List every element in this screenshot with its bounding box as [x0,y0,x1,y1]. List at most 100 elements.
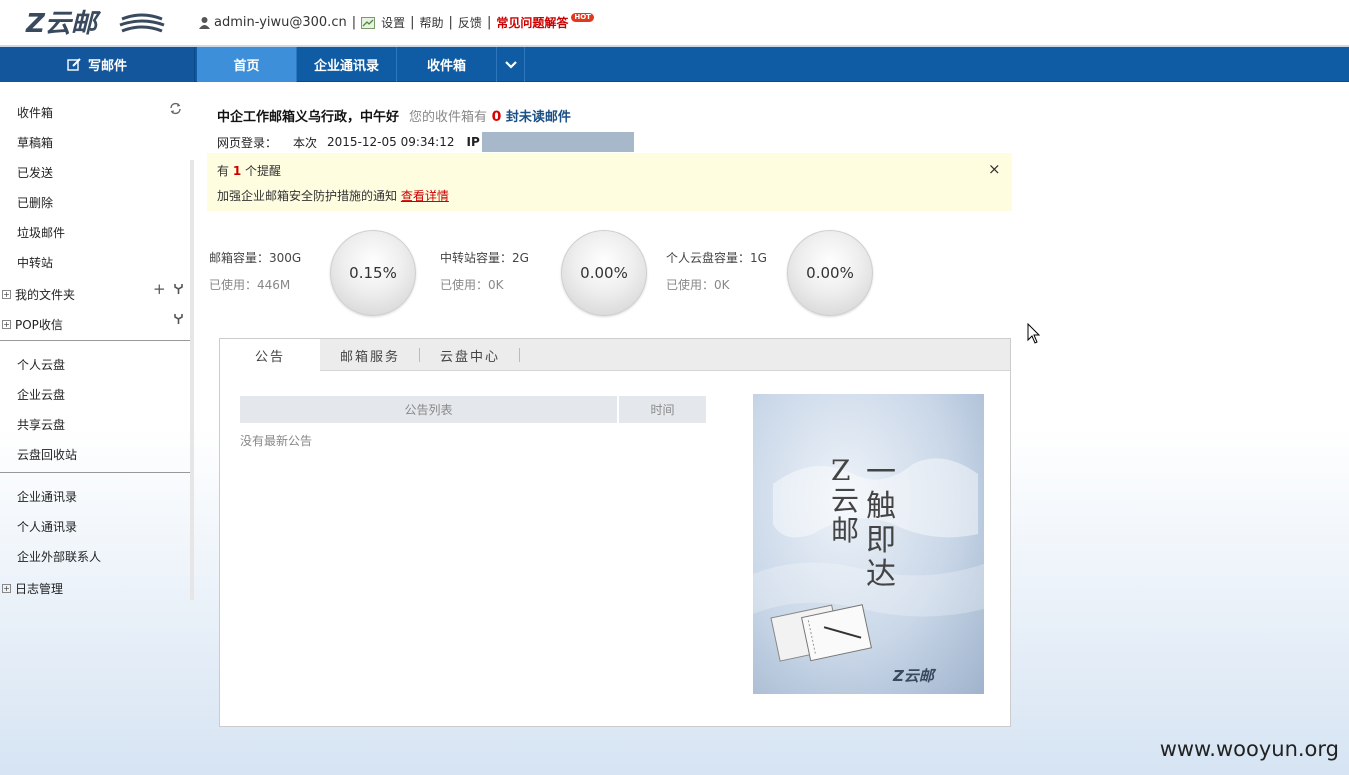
nav-bar: 写邮件 首页 企业通讯录 收件箱 [0,47,1349,82]
compose-label: 写邮件 [87,59,127,74]
quota-label: 邮箱容量：300G [209,251,302,265]
help-link[interactable]: 帮助 [420,14,444,31]
sidebar-item-label: 我的文件夹 [15,287,76,302]
panel-tabs: 公告 邮箱服务 云盘中心 [220,339,1010,372]
mailbox-usage-gauge: 0.15% [330,230,416,316]
expand-icon[interactable]: + [2,583,11,593]
reminder-box: 有 1 个提醒 加强企业邮箱安全防护措施的通知 查看详情 × [207,153,1012,211]
top-bar: Z云邮 admin-yiwu@300.cn | 设置 | 帮助 | 反馈 | 常… [0,0,1349,46]
sidebar-item-enterprise-contacts[interactable]: 企业通讯录 [17,488,77,508]
promo-banner[interactable]: Z云邮 一触即达 Z云邮 [753,394,984,694]
sidebar-item-deleted[interactable]: 已删除 [17,194,53,214]
promo-logo: Z云邮 [893,667,934,685]
settings-mail-icon[interactable] [361,16,376,29]
reminder-message: 加强企业邮箱安全防护措施的通知 查看详情 [217,187,449,204]
cloud-quota: 个人云盘容量：1G 已使用：0K [666,249,767,293]
feedback-link[interactable]: 反馈 [458,14,482,31]
sidebar-divider [0,340,191,341]
quota-used: 已使用：0K [666,278,730,292]
promo-slogan: 一触即达 [866,455,896,592]
sidebar-item-logs[interactable]: + 日志管理 [2,578,63,598]
quota-label: 中转站容量：2G [440,251,529,265]
sidebar-item-pop[interactable]: + POP收信 [2,314,63,334]
sidebar-divider [0,472,191,473]
unread-count[interactable]: 0 [492,109,502,125]
column-header-time: 时间 [619,396,706,423]
sidebar-item-spam[interactable]: 垃圾邮件 [17,224,65,244]
quota-used: 已使用：0K [440,278,504,292]
sidebar-item-shared-cloud[interactable]: 共享云盘 [17,416,65,436]
settings-link[interactable]: 设置 [381,14,405,31]
login-this: 本次 [293,135,318,150]
separator: | [486,15,492,30]
tab-announcements[interactable]: 公告 [220,339,320,372]
quota-label: 个人云盘容量：1G [666,251,767,265]
sidebar-item-enterprise-cloud[interactable]: 企业云盘 [17,386,65,406]
sidebar-item-sent[interactable]: 已发送 [17,164,53,184]
sidebar-item-my-folders[interactable]: + 我的文件夹 [2,284,75,304]
faq-link[interactable]: 常见问题解答 [496,14,568,31]
sidebar-item-personal-contacts[interactable]: 个人通讯录 [17,518,77,538]
tab-cloud-center[interactable]: 云盘中心 [420,339,520,371]
info-panel: 公告 邮箱服务 云盘中心 公告列表 时间 没有最新公告 Z云邮 一触即达 Z云邮 [219,338,1011,727]
sidebar-item-transfer[interactable]: 中转站 [17,254,53,274]
logo[interactable]: Z云邮 [24,7,166,39]
tab-home[interactable]: 首页 [197,47,297,82]
user-line: admin-yiwu@300.cn | 设置 | 帮助 | 反馈 | 常见问题解… [198,13,594,31]
inbox-prefix: 您的收件箱有 [409,110,488,125]
wrench-icon[interactable] [174,313,183,328]
reminder-suffix: 个提醒 [245,164,282,178]
add-folder-icon[interactable]: + [153,280,166,298]
user-email: admin-yiwu@300.cn [214,15,347,30]
quota-used: 已使用：446M [209,278,291,292]
main-tabs: 首页 企业通讯录 收件箱 [197,47,525,82]
sidebar-item-drafts[interactable]: 草稿箱 [17,134,53,154]
watermark: www.wooyun.org [1159,737,1339,761]
tab-enterprise-contacts[interactable]: 企业通讯录 [297,47,397,82]
sidebar-item-label: POP收信 [15,317,63,332]
separator: | [351,15,357,30]
chevron-down-icon [504,60,517,69]
mailbox-quota: 邮箱容量：300G 已使用：446M [209,249,301,293]
ip-redacted [481,132,634,152]
empty-message: 没有最新公告 [240,434,313,448]
inbox-suffix[interactable]: 封未读邮件 [506,110,571,125]
promo-left-text: Z云邮 [831,454,860,547]
sidebar-item-cloud-recycle[interactable]: 云盘回收站 [17,446,77,466]
transfer-quota: 中转站容量：2G 已使用：0K [440,249,529,293]
login-label: 网页登录： [217,135,278,150]
expand-icon[interactable]: + [2,319,11,329]
edit-icon [67,58,81,71]
sidebar-scrollbar[interactable] [190,160,194,600]
user-icon [199,17,210,29]
ip-label: IP [466,135,480,149]
greeting: 中企工作邮箱义乌行政，中午好 您的收件箱有 0 封未读邮件 [217,106,571,125]
login-time: 2015-12-05 09:34:12 [327,135,455,149]
wrench-icon[interactable] [174,283,183,298]
more-tabs-button[interactable] [497,47,525,82]
login-info: 网页登录： 本次 2015-12-05 09:34:12 IP [217,132,634,152]
view-details-link[interactable]: 查看详情 [401,189,449,203]
close-icon[interactable]: × [988,160,1001,178]
expand-icon[interactable]: + [2,289,11,299]
refresh-icon[interactable] [169,102,182,119]
sidebar: 收件箱 草稿箱 已发送 已删除 垃圾邮件 中转站 + 我的文件夹 + + POP… [0,84,193,775]
greeting-text: 中企工作邮箱义乌行政，中午好 [217,110,400,125]
transfer-usage-gauge: 0.00% [561,230,647,316]
svg-text:Z云邮: Z云邮 [25,9,102,39]
compose-button[interactable]: 写邮件 [0,47,195,82]
sidebar-item-personal-cloud[interactable]: 个人云盘 [17,356,65,376]
reminder-text: 加强企业邮箱安全防护措施的通知 [217,189,398,203]
sidebar-item-inbox[interactable]: 收件箱 [17,104,53,124]
reminder-prefix: 有 [217,164,230,178]
tab-mail-services[interactable]: 邮箱服务 [320,339,420,371]
reminder-number: 1 [232,164,242,178]
cloud-usage-gauge: 0.00% [787,230,873,316]
hot-badge: HOT [571,13,594,22]
mouse-cursor-icon [1027,322,1041,348]
sidebar-item-label: 日志管理 [15,581,64,596]
tab-inbox[interactable]: 收件箱 [397,47,497,82]
separator: | [448,15,453,30]
sidebar-item-external-contacts[interactable]: 企业外部联系人 [17,548,101,568]
reminder-count: 有 1 个提醒 [217,162,281,179]
